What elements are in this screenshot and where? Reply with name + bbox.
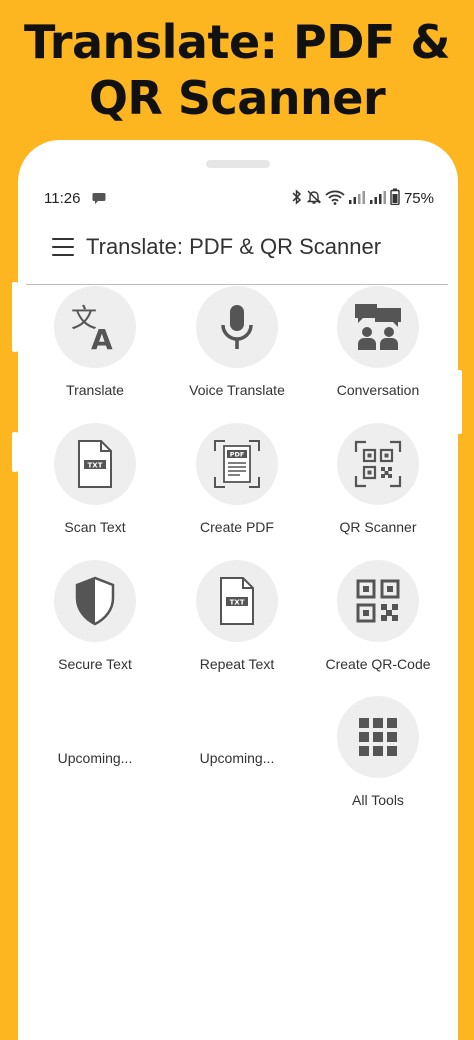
tool-voice-translate-circle [196, 286, 278, 368]
tool-conversation-circle [337, 286, 419, 368]
tool-repeat-text-circle: TXT [196, 560, 278, 642]
tool-label: Translate [66, 382, 124, 398]
bell-off-icon [306, 189, 322, 209]
phone-screen: 11:26 75% Translate: PDF & QR Scanner 文 … [18, 140, 458, 1040]
tool-scan-text[interactable]: TXT Scan Text [20, 423, 170, 535]
txt-file-icon: TXT [220, 577, 254, 625]
tool-translate-circle: 文 A [54, 286, 136, 368]
svg-text:A: A [91, 323, 113, 353]
tool-label: QR Scanner [339, 519, 417, 535]
phone-speaker [206, 160, 270, 168]
status-icons: 75% [291, 188, 434, 209]
signal-icon [348, 189, 366, 209]
tool-label: Create PDF [200, 519, 274, 535]
wifi-icon [325, 189, 345, 209]
signal-icon [369, 189, 387, 209]
tool-scan-text-circle: TXT [54, 423, 136, 505]
tool-label: Conversation [336, 382, 420, 398]
tool-create-qr-code-circle [337, 560, 419, 642]
svg-text:PDF: PDF [230, 451, 245, 459]
bluetooth-icon [291, 188, 303, 209]
conversation-icon [355, 304, 401, 350]
tool-qr-scanner-circle [337, 423, 419, 505]
battery-icon [390, 188, 400, 209]
tool-conversation[interactable]: Conversation [303, 286, 453, 398]
menu-icon[interactable] [52, 238, 74, 256]
app-bar-divider [26, 284, 448, 285]
tool-qr-scanner[interactable]: QR Scanner [303, 423, 453, 535]
chat-notification-icon [92, 192, 106, 209]
upcoming-placeholder: Upcoming... [199, 750, 275, 766]
banner-title: Translate: PDF & QR Scanner [23, 15, 451, 125]
qr-code-icon [356, 579, 400, 623]
tool-label: Repeat Text [199, 656, 275, 672]
tool-create-qr-code[interactable]: Create QR-Code [303, 560, 453, 672]
status-bar: 11:26 75% [44, 188, 434, 210]
tool-create-pdf[interactable]: PDF Create PDF [162, 423, 312, 535]
txt-file-icon: TXT [78, 440, 112, 488]
tool-voice-translate[interactable]: Voice Translate [162, 286, 312, 398]
tool-label: Voice Translate [189, 382, 285, 398]
tool-secure-text-circle [54, 560, 136, 642]
tool-label: All Tools [352, 792, 404, 808]
tool-create-pdf-circle: PDF [196, 423, 278, 505]
tool-label: Create QR-Code [325, 656, 431, 672]
app-title: Translate: PDF & QR Scanner [86, 234, 382, 259]
svg-text:TXT: TXT [88, 462, 103, 470]
tool-repeat-text[interactable]: TXT Repeat Text [162, 560, 312, 672]
status-time: 11:26 [44, 190, 81, 207]
app-bar: Translate: PDF & QR Scanner [18, 230, 458, 276]
shield-icon [75, 576, 115, 626]
tool-all-tools[interactable]: All Tools [303, 696, 453, 808]
translate-icon: 文 A [71, 304, 113, 353]
tool-secure-text[interactable]: Secure Text [20, 560, 170, 672]
pdf-scan-icon: PDF [214, 440, 260, 488]
tool-label: Secure Text [58, 656, 132, 672]
battery-percent: 75% [403, 190, 434, 207]
microphone-icon [221, 305, 253, 349]
grid-icon [359, 718, 397, 756]
qr-scan-icon [354, 440, 402, 488]
svg-text:TXT: TXT [230, 599, 245, 607]
upcoming-placeholder: Upcoming... [57, 750, 133, 766]
tool-all-tools-circle [337, 696, 419, 778]
tool-translate[interactable]: 文 A Translate [20, 286, 170, 398]
tool-label: Scan Text [64, 519, 126, 535]
